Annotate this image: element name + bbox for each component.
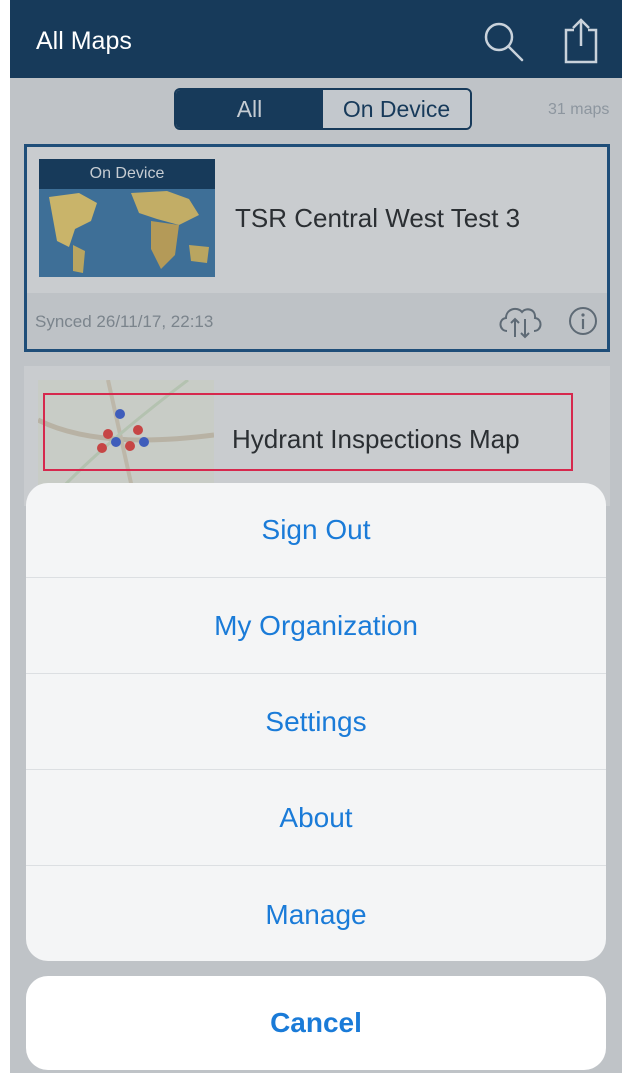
settings-button[interactable]: Settings bbox=[26, 675, 606, 770]
app-frame: All Maps All On Device 31 maps On Device… bbox=[10, 0, 622, 1073]
nav-title: All Maps bbox=[36, 27, 132, 55]
map-title: TSR Central West Test 3 bbox=[235, 203, 521, 233]
share-icon[interactable] bbox=[560, 16, 602, 71]
map-card-tsr-central-west[interactable]: On Device TSR Central West Test 3 Synced… bbox=[24, 144, 610, 352]
filter-segmented-control: All On Device bbox=[174, 88, 472, 130]
my-organization-button[interactable]: My Organization bbox=[26, 579, 606, 674]
account-action-sheet: Sign Out My Organization Settings About … bbox=[26, 483, 606, 961]
cancel-button[interactable]: Cancel bbox=[26, 976, 606, 1070]
sync-status: Synced 26/11/17, 22:13 bbox=[35, 312, 214, 331]
navigation-bar: All Maps bbox=[10, 0, 622, 78]
cloud-sync-icon[interactable] bbox=[495, 301, 545, 346]
map-count: 31 maps bbox=[548, 101, 610, 118]
map-thumbnail: On Device bbox=[39, 159, 215, 277]
manage-button[interactable]: Manage bbox=[26, 867, 606, 961]
map-card-footer: Synced 26/11/17, 22:13 bbox=[27, 293, 607, 349]
on-device-badge: On Device bbox=[39, 159, 215, 189]
segment-on-device[interactable]: On Device bbox=[323, 90, 470, 128]
segment-all[interactable]: All bbox=[176, 90, 323, 128]
manage-highlight-box bbox=[43, 393, 573, 471]
about-button[interactable]: About bbox=[26, 771, 606, 866]
info-icon[interactable] bbox=[567, 305, 599, 342]
search-icon[interactable] bbox=[482, 20, 526, 69]
sign-out-button[interactable]: Sign Out bbox=[26, 483, 606, 578]
